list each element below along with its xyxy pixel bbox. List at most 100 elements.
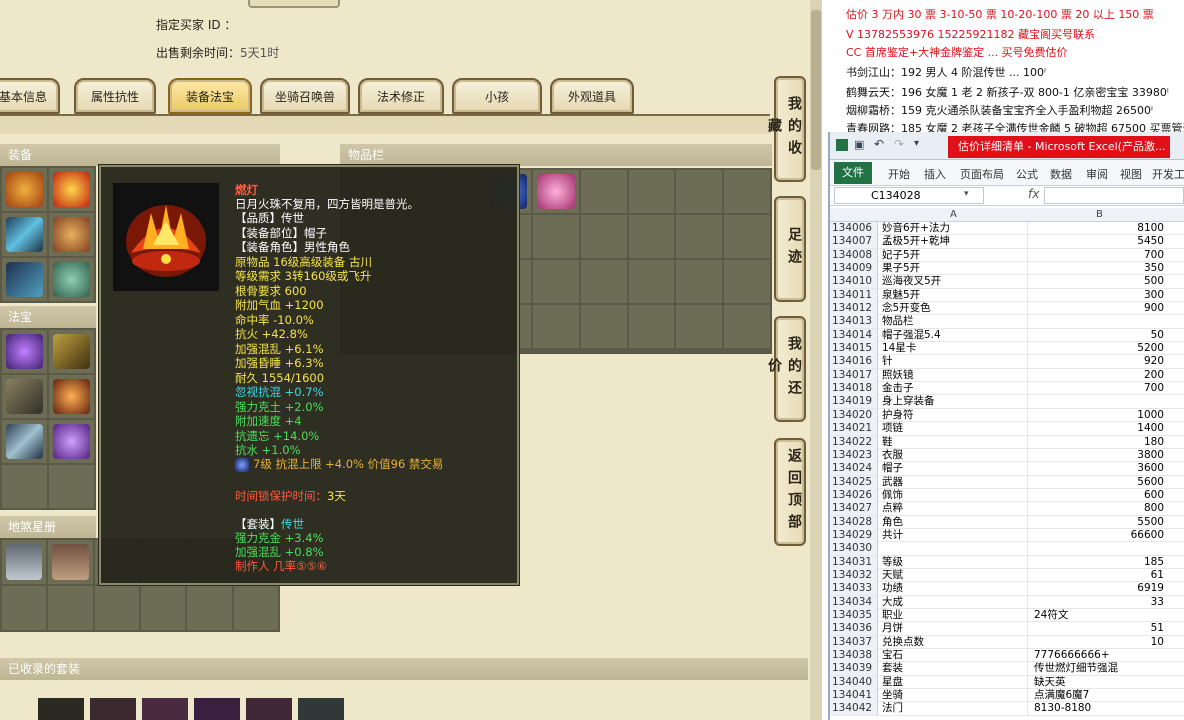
- star-slot[interactable]: [233, 586, 278, 630]
- row-number[interactable]: 134013: [830, 315, 878, 329]
- row-number[interactable]: 134019: [830, 395, 878, 409]
- cell-b[interactable]: 700: [1030, 382, 1168, 395]
- row-number[interactable]: 134018: [830, 382, 878, 396]
- cell-a[interactable]: [880, 542, 1028, 556]
- inventory-slot[interactable]: [676, 170, 723, 213]
- inventory-slot[interactable]: [533, 305, 579, 348]
- row-number[interactable]: 134028: [830, 515, 878, 529]
- inventory-slot[interactable]: [628, 260, 675, 303]
- equip-slot[interactable]: [2, 168, 47, 211]
- cell-a[interactable]: 帽子: [880, 462, 1028, 476]
- inventory-slot[interactable]: [724, 170, 770, 213]
- cell-b[interactable]: 24符文: [1030, 609, 1168, 622]
- tab-view[interactable]: 视图: [1120, 166, 1142, 182]
- cell-a[interactable]: 照妖镜: [880, 368, 1028, 382]
- tab-basic-info[interactable]: 基本信息: [0, 78, 60, 114]
- inventory-slot[interactable]: [580, 170, 627, 213]
- name-box[interactable]: C134028: [834, 187, 984, 204]
- undo-icon[interactable]: ↶: [874, 137, 884, 151]
- row-number[interactable]: 134032: [830, 568, 878, 582]
- inventory-slot[interactable]: [628, 215, 675, 258]
- inventory-slot[interactable]: [676, 260, 723, 303]
- row-number[interactable]: 134035: [830, 608, 878, 622]
- row-number[interactable]: 134014: [830, 328, 878, 342]
- cell-a[interactable]: 果子5开: [880, 262, 1028, 276]
- namebox-dropdown-icon[interactable]: ▾: [964, 189, 969, 199]
- cell-b[interactable]: 5500: [1030, 516, 1168, 529]
- file-tab[interactable]: 文件: [834, 162, 872, 184]
- cell-b[interactable]: 800: [1030, 502, 1168, 515]
- cell-a[interactable]: 法门: [880, 702, 1028, 716]
- cell-b[interactable]: 6919: [1030, 582, 1168, 595]
- star-slot[interactable]: [94, 586, 139, 630]
- tab-data[interactable]: 数据: [1050, 166, 1072, 182]
- treasure-slot[interactable]: [49, 330, 94, 373]
- scrollbar-thumb[interactable]: [811, 10, 821, 170]
- quick-access-dropdown-icon[interactable]: ▾: [914, 138, 919, 149]
- row-number[interactable]: 134033: [830, 582, 878, 596]
- equip-slot[interactable]: [49, 168, 94, 211]
- set-icon[interactable]: [142, 698, 188, 720]
- treasure-slot[interactable]: [49, 465, 94, 508]
- set-icon[interactable]: [38, 698, 84, 720]
- cell-b[interactable]: 10: [1030, 636, 1168, 649]
- treasure-slot[interactable]: [2, 330, 47, 373]
- set-icon[interactable]: [194, 698, 240, 720]
- cell-a[interactable]: 共计: [880, 528, 1028, 542]
- row-number[interactable]: 134009: [830, 262, 878, 276]
- cell-b[interactable]: 5200: [1030, 342, 1168, 355]
- tab-formulas[interactable]: 公式: [1016, 166, 1038, 182]
- row-number[interactable]: 134042: [830, 702, 878, 716]
- cell-b[interactable]: 200: [1030, 369, 1168, 382]
- cell-b[interactable]: 900: [1030, 302, 1168, 315]
- cell-b[interactable]: [1030, 542, 1168, 555]
- row-number[interactable]: 134006: [830, 222, 878, 235]
- cell-a[interactable]: 孟极5开+乾坤: [880, 235, 1028, 249]
- page-scrollbar[interactable]: [810, 0, 822, 720]
- tab-appearance[interactable]: 外观道具: [550, 78, 634, 114]
- cell-a[interactable]: 功绩: [880, 582, 1028, 596]
- set-icon[interactable]: [298, 698, 344, 720]
- cell-b[interactable]: 点满魔6魔7: [1030, 689, 1168, 702]
- cell-b[interactable]: 61: [1030, 569, 1168, 582]
- treasure-slot[interactable]: [2, 420, 47, 463]
- cell-b[interactable]: 600: [1030, 489, 1168, 502]
- star-slot[interactable]: [48, 540, 93, 584]
- star-slot[interactable]: [187, 586, 232, 630]
- tab-spell-mods[interactable]: 法术修正: [358, 78, 444, 114]
- row-number[interactable]: 134038: [830, 649, 878, 662]
- col-header-a[interactable]: A: [950, 209, 957, 220]
- my-counteroffer-button[interactable]: 我的还价: [766, 316, 806, 422]
- function-icon[interactable]: fx: [1028, 187, 1039, 201]
- cell-a[interactable]: 月饼: [880, 622, 1028, 636]
- row-number[interactable]: 134008: [830, 248, 878, 262]
- cell-a[interactable]: 帽子强混5.4: [880, 328, 1028, 342]
- treasure-slot[interactable]: [2, 375, 47, 418]
- row-number[interactable]: 134027: [830, 502, 878, 516]
- formula-input[interactable]: [1044, 187, 1184, 204]
- cell-b[interactable]: 7776666666+: [1030, 649, 1168, 662]
- cell-a[interactable]: 武器: [880, 475, 1028, 489]
- inventory-slot[interactable]: [724, 305, 770, 348]
- col-header-b[interactable]: B: [1096, 209, 1103, 220]
- cell-b[interactable]: 920: [1030, 355, 1168, 368]
- cell-b[interactable]: 700: [1030, 249, 1168, 262]
- row-number[interactable]: 134016: [830, 355, 878, 369]
- row-number[interactable]: 134017: [830, 368, 878, 382]
- equip-slot[interactable]: [2, 213, 47, 256]
- footprints-button[interactable]: 足迹: [774, 196, 806, 302]
- cell-a[interactable]: 佩饰: [880, 488, 1028, 502]
- cell-a[interactable]: 妙音6开+法力: [880, 222, 1028, 235]
- cell-b[interactable]: 传世燃灯细节强混: [1030, 662, 1168, 675]
- inventory-slot[interactable]: [628, 170, 675, 213]
- equip-slot[interactable]: [49, 213, 94, 256]
- cell-b[interactable]: 1000: [1030, 409, 1168, 422]
- row-number[interactable]: 134023: [830, 448, 878, 462]
- cell-b[interactable]: 8100: [1030, 222, 1168, 235]
- row-number[interactable]: 134041: [830, 689, 878, 703]
- tab-page-layout[interactable]: 页面布局: [960, 166, 1004, 182]
- cell-a[interactable]: 天赋: [880, 568, 1028, 582]
- inventory-slot[interactable]: [580, 215, 627, 258]
- cell-a[interactable]: 大成: [880, 595, 1028, 609]
- row-number[interactable]: 134034: [830, 595, 878, 609]
